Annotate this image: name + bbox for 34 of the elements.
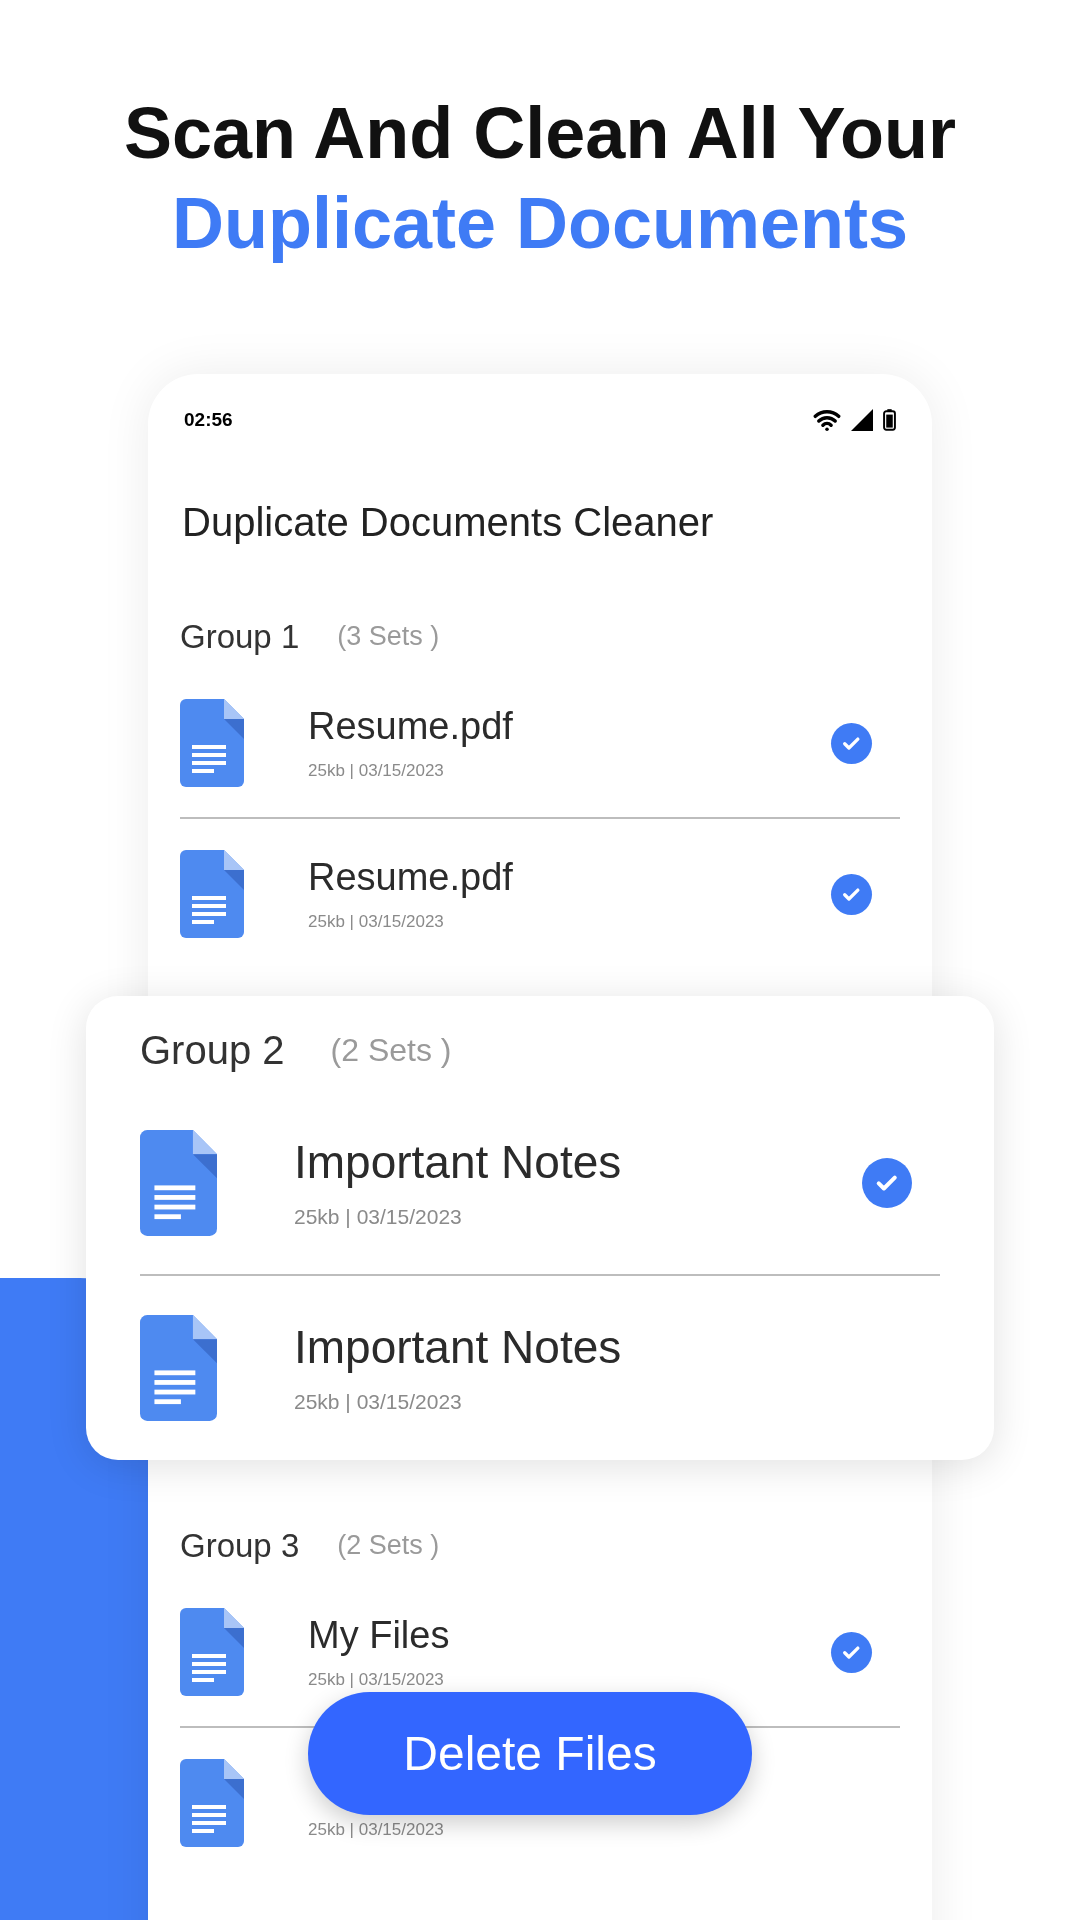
file-info: 25kb | 03/15/2023	[294, 1204, 463, 1230]
file-name: Important Notes	[294, 1319, 623, 1375]
document-icon	[180, 1608, 244, 1696]
status-time: 02:56	[184, 407, 233, 432]
checkbox[interactable]	[831, 722, 872, 764]
app-title: Duplicate Documents Cleaner	[181, 499, 714, 546]
file-name: My Files	[308, 1612, 451, 1658]
document-icon	[140, 1315, 217, 1421]
checkbox[interactable]	[862, 1158, 912, 1208]
group-title: Group 1	[180, 616, 300, 657]
file-name: Resume.pdf	[308, 703, 514, 749]
delete-files-button[interactable]: Delete Files	[308, 1692, 752, 1815]
set-count: (2 Sets )	[330, 1031, 452, 1070]
document-icon	[140, 1130, 217, 1236]
checkbox[interactable]	[831, 873, 872, 915]
battery-icon	[883, 409, 896, 431]
headline-highlight: Duplicate Documents	[171, 182, 909, 265]
signal-icon	[851, 409, 873, 431]
document-icon	[180, 699, 244, 787]
set-count: (3 Sets )	[337, 620, 440, 654]
file-info: 25kb | 03/15/2023	[308, 911, 445, 933]
file-info: 25kb | 03/15/2023	[294, 1389, 463, 1415]
checkbox[interactable]	[831, 1631, 872, 1673]
file-info: 25kb | 03/15/2023	[308, 1669, 445, 1691]
headline: Scan And Clean All Your	[123, 92, 957, 175]
file-info: 25kb | 03/15/2023	[308, 760, 445, 782]
file-info: 25kb | 03/15/2023	[308, 1819, 445, 1842]
group-title: Group 3	[180, 1525, 300, 1566]
file-name: Resume.pdf	[308, 854, 514, 900]
document-icon	[180, 850, 244, 938]
set-count: (2 Sets )	[337, 1529, 440, 1563]
file-name: Important Notes	[294, 1134, 623, 1190]
document-icon	[180, 1759, 244, 1847]
group-title: Group 2	[140, 1027, 285, 1074]
